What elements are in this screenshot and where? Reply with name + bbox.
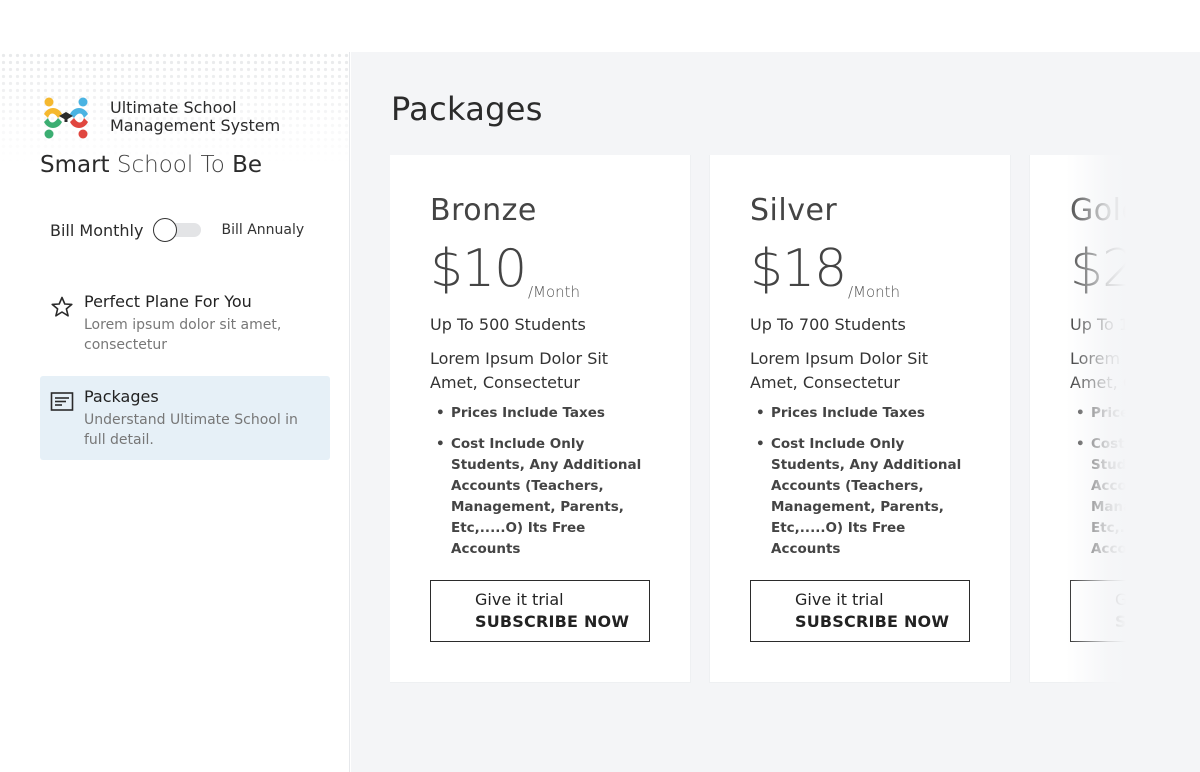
package-students: Up To 700 Students — [750, 315, 906, 334]
package-price: $2 — [1070, 239, 1126, 299]
main-content: Packages Bronze $10 /Month Up To 500 Stu… — [351, 52, 1200, 772]
tagline: Smart School To Be — [40, 152, 262, 178]
app-name-line-2: Management System — [110, 116, 281, 135]
package-description: Lorem Ipsum Dolor Sit Amet, Consectetur — [1070, 349, 1126, 392]
package-price: $10 — [430, 239, 527, 299]
app-name: Ultimate School Management System — [110, 99, 280, 135]
package-name: Bronze — [430, 193, 537, 228]
sidebar-item-description: Understand Ultimate School in full detai… — [84, 412, 298, 448]
package-features: Prices Include Taxes Cost Include Only S… — [430, 403, 650, 570]
app-name-line-1: Ultimate School — [110, 98, 237, 117]
subscribe-button-label: SUBSCRIBE NOW — [1115, 612, 1126, 631]
feature-item: Prices Include Taxes — [430, 403, 650, 424]
sidebar: Ultimate School Management System Smart … — [0, 52, 350, 772]
package-price: $18 — [750, 239, 847, 299]
sidebar-item-title: Perfect Plane For You — [84, 292, 252, 311]
bill-annual-label[interactable]: Bill Annualy — [221, 222, 304, 238]
feature-item: Prices Include Taxes — [750, 403, 970, 424]
feature-item: Prices Include Taxes — [1070, 403, 1126, 424]
package-description: Lorem Ipsum Dolor Sit Amet, Consectetur — [430, 349, 609, 392]
package-name: Silver — [750, 193, 838, 228]
subscribe-button[interactable]: Give it trial SUBSCRIBE NOW — [750, 580, 970, 642]
billing-switch-row: Bill Monthly Bill Annualy — [50, 218, 320, 242]
feature-item: Cost Include Only Students, Any Addition… — [1070, 434, 1126, 560]
package-card-gold: Gold $2 Up To 1 Lorem Ipsum Dolor Sit Am… — [1030, 155, 1126, 682]
subscribe-button-subtitle: Give it trial — [475, 590, 564, 609]
subscribe-button-subtitle: Give it trial — [795, 590, 884, 609]
subscribe-button-label: SUBSCRIBE NOW — [795, 612, 950, 631]
tagline-part-1: Smart — [40, 152, 110, 178]
billing-period-toggle[interactable] — [153, 218, 202, 242]
bill-monthly-label[interactable]: Bill Monthly — [50, 221, 143, 240]
toggle-knob — [153, 218, 178, 242]
sidebar-item-title: Packages — [84, 387, 159, 406]
subscribe-button[interactable]: Give it trial SUBSCRIBE NOW — [1070, 580, 1126, 642]
top-bar — [0, 0, 1200, 52]
star-icon — [51, 296, 73, 317]
package-name: Gold — [1070, 193, 1126, 228]
school-logo-icon — [44, 97, 88, 139]
tagline-part-3: Be — [232, 152, 263, 178]
package-period: /Month — [528, 283, 581, 301]
subscribe-button-label: SUBSCRIBE NOW — [475, 612, 630, 631]
package-features: Prices Include Taxes Cost Include Only S… — [1070, 403, 1126, 570]
package-card-silver: Silver $18 /Month Up To 700 Students Lor… — [710, 155, 1010, 682]
sidebar-item-perfect-plan[interactable]: Perfect Plane For You Lorem ipsum dolor … — [40, 281, 330, 365]
package-features: Prices Include Taxes Cost Include Only S… — [750, 403, 970, 570]
package-students: Up To 500 Students — [430, 315, 586, 334]
sidebar-item-description: Lorem ipsum dolor sit amet, consectetur — [84, 317, 282, 353]
subscribe-button[interactable]: Give it trial SUBSCRIBE NOW — [430, 580, 650, 642]
package-cards: Bronze $10 /Month Up To 500 Students Lor… — [390, 155, 1126, 685]
package-students: Up To 1 — [1070, 315, 1126, 334]
package-card-bronze: Bronze $10 /Month Up To 500 Students Lor… — [390, 155, 690, 682]
feature-item: Cost Include Only Students, Any Addition… — [430, 434, 650, 560]
feature-item: Cost Include Only Students, Any Addition… — [750, 434, 970, 560]
package-description: Lorem Ipsum Dolor Sit Amet, Consectetur — [750, 349, 929, 392]
tagline-part-2: School To — [116, 152, 225, 178]
sidebar-item-packages[interactable]: Packages Understand Ultimate School in f… — [40, 376, 330, 460]
subscribe-button-subtitle: Give it trial — [1115, 590, 1126, 609]
page-title: Packages — [391, 90, 543, 128]
package-period: /Month — [848, 283, 901, 301]
document-icon — [50, 392, 74, 411]
